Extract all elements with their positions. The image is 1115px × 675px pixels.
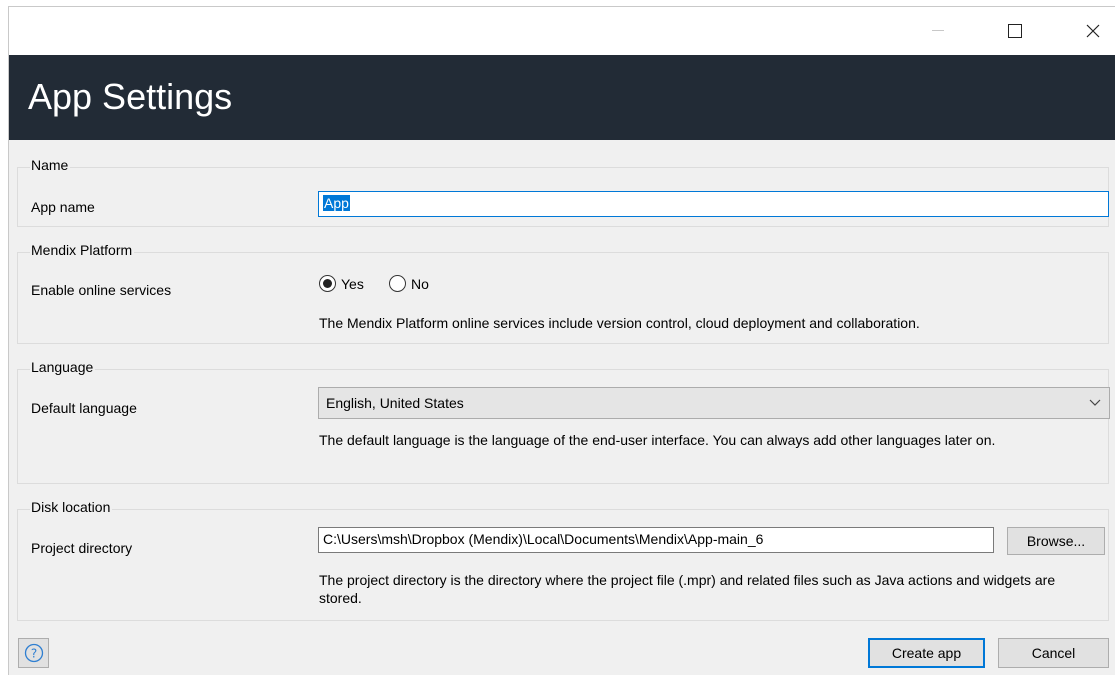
platform-description: The Mendix Platform online services incl… bbox=[319, 315, 920, 331]
project-directory-value: C:\Users\msh\Dropbox (Mendix)\Local\Docu… bbox=[323, 531, 764, 547]
radio-yes-indicator bbox=[319, 275, 336, 292]
disk-description: The project directory is the directory w… bbox=[319, 572, 1056, 606]
radio-no-label: No bbox=[411, 275, 429, 292]
radio-no[interactable]: No bbox=[389, 275, 429, 292]
maximize-icon bbox=[1008, 24, 1022, 38]
help-button[interactable]: ? bbox=[18, 638, 49, 668]
radio-yes[interactable]: Yes bbox=[319, 275, 364, 292]
close-icon bbox=[1086, 24, 1100, 38]
default-language-select[interactable]: English, United States bbox=[318, 387, 1110, 419]
project-directory-input[interactable]: C:\Users\msh\Dropbox (Mendix)\Local\Docu… bbox=[318, 527, 994, 553]
chevron-down-icon bbox=[1089, 395, 1101, 411]
default-language-value: English, United States bbox=[326, 395, 464, 411]
minimize-icon bbox=[932, 30, 944, 31]
title-bar bbox=[9, 7, 1115, 55]
app-name-input[interactable]: App bbox=[318, 191, 1109, 217]
online-services-label: Enable online services bbox=[31, 282, 172, 298]
app-name-label: App name bbox=[31, 199, 95, 215]
cancel-button[interactable]: Cancel bbox=[998, 638, 1109, 668]
app-name-value: App bbox=[323, 195, 350, 211]
page-title: App Settings bbox=[28, 76, 233, 117]
default-language-label: Default language bbox=[31, 400, 137, 416]
radio-yes-label: Yes bbox=[341, 275, 364, 292]
project-directory-label: Project directory bbox=[31, 540, 133, 556]
close-button[interactable] bbox=[1070, 7, 1115, 55]
disk-group-legend: Disk location bbox=[30, 499, 113, 515]
radio-no-indicator bbox=[389, 275, 406, 292]
maximize-button[interactable] bbox=[992, 7, 1038, 55]
create-app-button[interactable]: Create app bbox=[868, 638, 985, 668]
svg-text:?: ? bbox=[30, 647, 36, 661]
language-group-legend: Language bbox=[30, 359, 96, 375]
app-settings-window: App Settings Name App name App Mendix Pl… bbox=[8, 6, 1115, 675]
browse-button[interactable]: Browse... bbox=[1007, 527, 1105, 555]
name-group-legend: Name bbox=[30, 157, 71, 173]
help-icon: ? bbox=[24, 643, 43, 663]
platform-group-legend: Mendix Platform bbox=[30, 242, 135, 258]
language-description: The default language is the language of … bbox=[319, 432, 996, 448]
minimize-button[interactable] bbox=[915, 7, 961, 55]
dialog-header: App Settings bbox=[9, 55, 1115, 140]
